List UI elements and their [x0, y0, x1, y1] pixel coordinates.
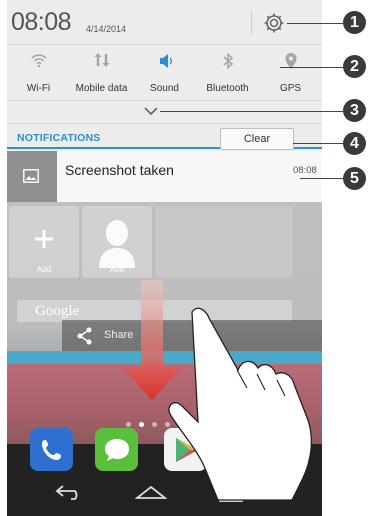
callout-line	[280, 67, 343, 68]
phone-screen: 08:08 4/14/2014 Wi-Fi Mobile data Sound …	[7, 0, 322, 516]
callout-5: 5	[343, 167, 366, 190]
callout-3: 3	[343, 99, 366, 122]
hand-icon	[168, 307, 313, 501]
callout-line	[160, 111, 343, 112]
swipe-gesture-overlay	[123, 280, 313, 501]
callout-1: 1	[343, 11, 366, 34]
callout-line	[300, 178, 343, 179]
callout-4: 4	[343, 132, 366, 155]
callout-line	[287, 23, 343, 24]
callout-line	[293, 143, 343, 144]
swipe-down-arrow-icon	[123, 280, 181, 400]
callout-2: 2	[343, 55, 366, 78]
